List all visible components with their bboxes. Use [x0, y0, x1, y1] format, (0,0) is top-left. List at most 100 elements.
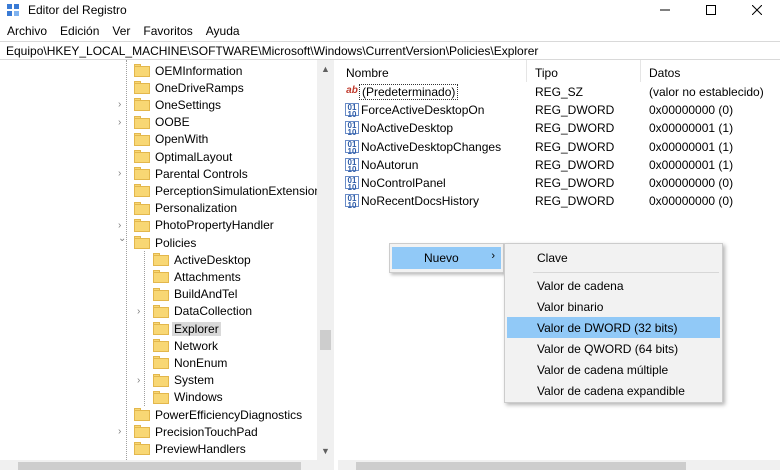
value-row[interactable]: 01 10 ForceActiveDesktopOn REG_DWORD 0x00000…	[338, 101, 780, 119]
tree-item[interactable]: Network	[153, 337, 220, 354]
tree-item[interactable]: PowerEfficiencyDiagnostics	[134, 406, 304, 423]
value-data: 0x00000000 (0)	[649, 176, 734, 190]
tree-item[interactable]: PerceptionSimulationExtensions	[134, 182, 329, 199]
folder-icon	[153, 270, 169, 284]
menu-item-nuevo[interactable]: Nuevo ›	[392, 247, 501, 269]
value-type: REG_SZ	[535, 85, 584, 99]
value-row[interactable]: 01 10 NoActiveDesktop REG_DWORD 0x00000001 (…	[338, 119, 780, 137]
close-icon	[752, 5, 762, 15]
minimize-button[interactable]	[642, 0, 688, 20]
chevron-right-icon[interactable]: ›	[118, 117, 127, 127]
values-horizontal-scrollbar[interactable]	[338, 460, 780, 470]
tree-item[interactable]: › PrecisionTouchPad	[118, 423, 260, 440]
scroll-thumb[interactable]	[320, 330, 331, 350]
value-data: 0x00000000 (0)	[649, 103, 734, 118]
tree-item-label: Explorer	[172, 321, 221, 336]
chevron-right-icon[interactable]: ›	[118, 100, 127, 110]
tree-item-label: PowerEfficiencyDiagnostics	[155, 407, 303, 422]
tree-item[interactable]: Explorer	[153, 320, 221, 337]
tree-item[interactable]: OptimalLayout	[134, 148, 234, 165]
maximize-icon	[706, 5, 716, 15]
chevron-right-icon[interactable]: ›	[118, 427, 127, 437]
dword-value-icon: 01 10	[345, 121, 359, 137]
folder-icon	[134, 236, 150, 249]
registry-tree: OEMInformation OneDriveRamps › OneSettings ›…	[0, 60, 334, 460]
tree-item-label: Network	[174, 338, 219, 353]
tree-item[interactable]: PreviewHandlers	[134, 440, 248, 457]
tree-item[interactable]: › DataCollection	[137, 303, 254, 320]
tree-item[interactable]: OneDriveRamps	[134, 79, 246, 96]
address-bar[interactable]: Equipo\HKEY_LOCAL_MACHINE\SOFTWARE\Micro…	[0, 41, 780, 60]
folder-icon	[153, 287, 169, 301]
column-header-data[interactable]: Datos	[641, 60, 780, 82]
folder-icon	[134, 408, 150, 421]
value-row[interactable]: 01 10 NoControlPanel REG_DWORD 0x00000000 (0…	[338, 174, 780, 192]
menu-item-valor-dword[interactable]: Valor de DWORD (32 bits)	[507, 317, 720, 338]
chevron-right-icon[interactable]: ›	[118, 169, 127, 179]
value-row[interactable]: 01 10 NoAutorun REG_DWORD 0x00000001 (1)	[338, 156, 780, 174]
tree-item-label: OEMInformation	[155, 63, 243, 78]
window-title: Editor del Registro	[28, 3, 127, 17]
tree-item-label: OptimalLayout	[155, 149, 233, 164]
tree-item[interactable]: › Parental Controls	[118, 165, 250, 182]
context-menu: Nuevo ›	[389, 243, 504, 273]
tree-item-label: BuildAndTel	[174, 287, 238, 302]
minimize-icon	[660, 9, 670, 11]
tree-item[interactable]: › System	[137, 372, 216, 389]
menu-ayuda[interactable]: Ayuda	[199, 22, 246, 41]
value-row[interactable]: ab (Predeterminado) REG_SZ (valor no establ…	[338, 83, 780, 101]
chevron-right-icon[interactable]: ›	[137, 306, 146, 316]
tree-item-label: DataCollection	[174, 304, 253, 319]
value-row[interactable]: 01 10 NoActiveDesktopChanges REG_DWORD 0x000…	[338, 138, 780, 156]
chevron-right-icon[interactable]: ›	[118, 220, 127, 230]
menu-item-clave[interactable]: Clave	[507, 247, 720, 268]
scroll-up-icon[interactable]: ▲	[321, 64, 330, 74]
value-data: 0x00000001 (1)	[649, 139, 734, 154]
tree-item[interactable]: NonEnum	[153, 354, 229, 371]
value-name: ForceActiveDesktopOn	[361, 103, 485, 118]
tree-item[interactable]: ActiveDesktop	[153, 251, 253, 268]
scroll-thumb[interactable]	[356, 462, 686, 470]
tree-item[interactable]: › PhotoPropertyHandler	[118, 217, 276, 234]
menu-item-valor-qword[interactable]: Valor de QWORD (64 bits)	[507, 338, 720, 359]
maximize-button[interactable]	[688, 0, 734, 20]
folder-icon	[153, 253, 169, 267]
folder-icon	[134, 184, 150, 198]
column-header-name[interactable]: Nombre	[338, 60, 527, 82]
tree-item-label: OOBE	[155, 115, 190, 130]
chevron-down-icon[interactable]: ⌄	[118, 234, 127, 244]
menu-item-valor-cadena-multiple[interactable]: Valor de cadena múltiple	[507, 359, 720, 380]
value-name: NoRecentDocsHistory	[361, 194, 480, 209]
menu-bar: Archivo Edición Ver Favoritos Ayuda	[0, 22, 780, 41]
tree-item[interactable]: BuildAndTel	[153, 286, 239, 303]
chevron-right-icon[interactable]: ›	[137, 375, 146, 385]
tree-item[interactable]: OpenWith	[134, 131, 210, 148]
value-data: 0x00000001 (1)	[649, 157, 734, 172]
menu-item-valor-cadena-expandible[interactable]: Valor de cadena expandible	[507, 380, 720, 401]
column-header-type[interactable]: Tipo	[527, 60, 641, 82]
folder-icon	[134, 425, 150, 439]
menu-archivo[interactable]: Archivo	[0, 22, 53, 41]
scroll-thumb[interactable]	[18, 462, 301, 470]
close-button[interactable]	[734, 0, 780, 20]
value-row[interactable]: 01 10 NoRecentDocsHistory REG_DWORD 0x000000…	[338, 192, 780, 210]
scroll-down-icon[interactable]: ▼	[321, 446, 330, 456]
tree-item[interactable]: ⌄ Policies	[118, 234, 198, 251]
tree-item[interactable]: Personalization	[134, 200, 239, 217]
menu-item-valor-binario[interactable]: Valor binario	[507, 296, 720, 317]
tree-item[interactable]: Attachments	[153, 268, 243, 285]
tree-horizontal-scrollbar[interactable]	[0, 460, 334, 470]
tree-item-label: Windows	[174, 390, 223, 405]
tree-item[interactable]: OEMInformation	[134, 62, 244, 79]
menu-favoritos[interactable]: Favoritos	[136, 22, 198, 41]
menu-edicion[interactable]: Edición	[53, 22, 105, 41]
menu-ver[interactable]: Ver	[105, 22, 136, 41]
menu-item-valor-cadena[interactable]: Valor de cadena	[507, 275, 720, 296]
folder-icon	[134, 132, 150, 146]
tree-item[interactable]: Windows	[153, 389, 225, 406]
value-type: REG_DWORD	[535, 139, 615, 154]
tree-item[interactable]: › OOBE	[118, 114, 192, 131]
folder-icon	[134, 218, 150, 232]
tree-vertical-scrollbar[interactable]: ▲ ▼	[317, 60, 334, 460]
tree-item[interactable]: › OneSettings	[118, 96, 223, 113]
